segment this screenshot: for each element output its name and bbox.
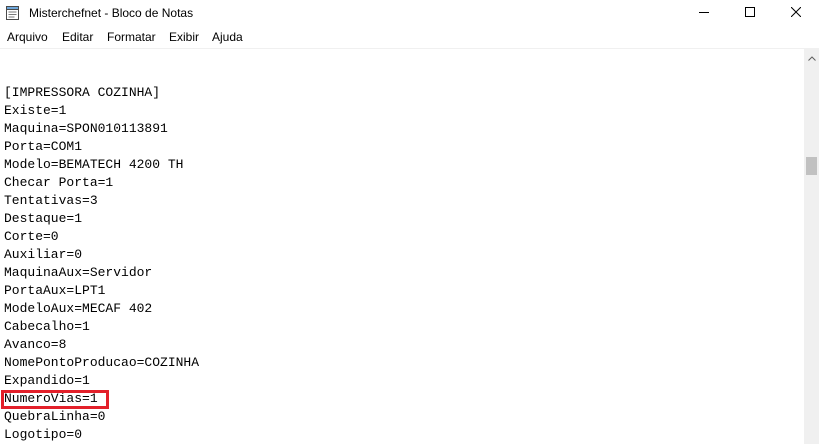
menu-bar: Arquivo Editar Formatar Exibir Ajuda [0, 26, 819, 49]
text-line: Existe=1 [4, 103, 67, 118]
text-line: Corte=0 [4, 229, 59, 244]
text-line: Tentativas=3 [4, 193, 98, 208]
scroll-up-button[interactable] [804, 49, 819, 65]
text-line: MaquinaAux=Servidor [4, 265, 153, 280]
text-line: QuebraLinha=0 [4, 409, 106, 424]
text-editor[interactable]: [IMPRESSORA COZINHA] Existe=1 Maquina=SP… [0, 49, 804, 444]
window-title: Misterchefnet - Bloco de Notas [29, 6, 194, 20]
text-line: Expandido=1 [4, 373, 90, 388]
maximize-icon [745, 4, 755, 22]
maximize-button[interactable] [727, 0, 773, 26]
text-line-highlighted: NumeroVias=1 [4, 391, 98, 406]
text-line: Logotipo=0 [4, 427, 83, 442]
menu-item-editar[interactable]: Editar [62, 30, 93, 44]
menu-item-formatar[interactable]: Formatar [107, 30, 156, 44]
text-line: [IMPRESSORA COZINHA] [4, 85, 161, 100]
menu-item-exibir[interactable]: Exibir [169, 30, 199, 44]
text-line: Maquina=SPON010113891 [4, 121, 168, 136]
close-icon [790, 4, 802, 22]
text-line: Cabecalho=1 [4, 319, 90, 334]
menu-item-ajuda[interactable]: Ajuda [212, 30, 243, 44]
text-line: Checar Porta=1 [4, 175, 114, 190]
text-line: Auxiliar=0 [4, 247, 83, 262]
text-line: PortaAux=LPT1 [4, 283, 106, 298]
text-line: Porta=COM1 [4, 139, 83, 154]
text-line: Destaque=1 [4, 211, 83, 226]
notepad-icon [6, 5, 19, 20]
menu-item-arquivo[interactable]: Arquivo [7, 30, 48, 44]
scrollbar-thumb[interactable] [806, 157, 817, 175]
minimize-icon [699, 4, 709, 22]
notepad-window: Misterchefnet - Bloco de Notas Arquivo E… [0, 0, 819, 444]
title-bar[interactable]: Misterchefnet - Bloco de Notas [0, 0, 819, 26]
text-line: Avanco=8 [4, 337, 67, 352]
vertical-scrollbar[interactable] [804, 49, 819, 444]
minimize-button[interactable] [681, 0, 727, 26]
text-line: NomePontoProducao=COZINHA [4, 355, 200, 370]
text-line: Modelo=BEMATECH 4200 TH [4, 157, 184, 172]
close-button[interactable] [773, 0, 819, 26]
chevron-up-icon [807, 48, 816, 66]
text-line: ModeloAux=MECAF 402 [4, 301, 153, 316]
